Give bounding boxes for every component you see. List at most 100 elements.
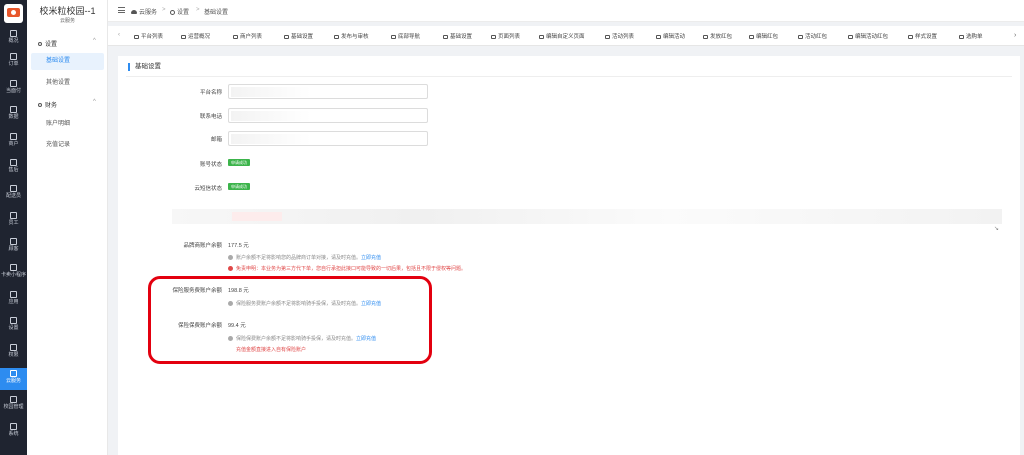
red-packet-icon (703, 34, 708, 39)
list-icon (959, 34, 964, 39)
brand-balance-value: 177.5 元 (228, 243, 249, 249)
rail-item-orders[interactable]: 订单 (0, 51, 27, 73)
tab-bottom-nav[interactable]: 底部导航 (391, 32, 420, 40)
account-status-badge: 申请成功 (228, 159, 250, 166)
sidebar-group-finance[interactable]: 财务 (38, 100, 57, 109)
sidebar-item-recharge-records[interactable]: 充值记录 (31, 137, 104, 154)
tab-selection-list[interactable]: 选购单 (959, 32, 983, 40)
grid-icon (10, 30, 17, 37)
info-icon (228, 255, 233, 261)
breadcrumb-cloud-service[interactable]: 云服务 (131, 7, 157, 16)
miniapp-icon (10, 264, 17, 271)
redacted-value (232, 212, 282, 221)
tab-page-list[interactable]: 页面列表 (491, 32, 520, 40)
redacted-value (231, 87, 311, 97)
tab-edit-activity-red-packet[interactable]: 编辑活动红包 (848, 32, 888, 40)
tabs-scroll-left-icon[interactable]: ‹ (118, 32, 120, 38)
list-icon (605, 34, 610, 39)
gear-icon (38, 42, 42, 47)
brand-balance-warning: 免责申明：本业务为第三方代下单，您自行承担此接口可能导致的一切后果，包括且不限于… (228, 265, 466, 272)
lock-icon (10, 344, 17, 351)
rail-item-permissions[interactable]: 权限 (0, 342, 27, 364)
tab-operation-overview[interactable]: 运营概况 (181, 32, 210, 40)
store-icon (233, 34, 238, 39)
tab-edit-custom-page[interactable]: 编辑自定义页面 (539, 32, 585, 40)
email-label: 邮箱 (210, 137, 222, 143)
sidebar-subtitle: 云服务 (59, 18, 75, 24)
campus-icon (10, 396, 17, 403)
tab-style-settings[interactable]: 样式设置 (908, 32, 937, 40)
breadcrumb-settings[interactable]: 设置 (170, 7, 189, 16)
secondary-sidebar: 校米粒校园--1 云服务 设置 ^ 基础设置 其他设置 财务 ^ 账户明细 充值… (27, 0, 108, 455)
tab-edit-activity[interactable]: 编辑活动 (656, 32, 685, 40)
sidebar-group-settings[interactable]: 设置 (38, 39, 57, 48)
tab-issue-red-packet[interactable]: 发放红包 (703, 32, 732, 40)
rail-item-apps[interactable]: 应用 (0, 289, 27, 311)
rail-item-miniapp[interactable]: 卡卖小程序 (0, 262, 27, 284)
account-status-label: 账号状态 (199, 162, 222, 168)
redacted-value (231, 111, 311, 121)
resize-handle-icon[interactable]: ↘ (994, 225, 999, 232)
chevron-up-icon[interactable]: ^ (93, 99, 96, 105)
rail-item-couriers[interactable]: 配送员 (0, 183, 27, 205)
rail-item-customers[interactable]: 顾客 (0, 236, 27, 258)
courier-icon (10, 185, 17, 192)
tab-basic-settings-2[interactable]: 基础设置 (443, 32, 472, 40)
menu-toggle-icon[interactable] (118, 7, 125, 13)
staff-icon (10, 212, 17, 219)
phone-input[interactable] (228, 108, 428, 123)
tabs-scroll-right-icon[interactable]: › (1014, 32, 1016, 39)
rail-item-cloud-service[interactable]: 云服务 (0, 368, 27, 390)
warning-icon (228, 266, 233, 272)
rail-item-settings[interactable]: 设置 (0, 315, 27, 337)
page-tabs: ‹ 平台列表 运营概况 商户列表 基础设置 发布与审核 底部导航 基础设置 页面… (108, 26, 1024, 46)
platform-name-input[interactable] (228, 84, 428, 99)
edit-icon (848, 34, 853, 39)
app-logo-icon[interactable] (4, 4, 23, 23)
tab-merchant-list[interactable]: 商户列表 (233, 32, 262, 40)
rail-item-face-pay[interactable]: 当面付 (0, 78, 27, 100)
edit-icon (539, 34, 544, 39)
tab-platform-list[interactable]: 平台列表 (134, 32, 163, 40)
gear-icon (284, 34, 289, 39)
sms-status-badge: 申请成功 (228, 183, 250, 190)
sidebar-item-basic-settings[interactable]: 基础设置 (31, 53, 104, 70)
tab-activity-list[interactable]: 活动列表 (605, 32, 634, 40)
tab-activity-red-packet[interactable]: 活动红包 (798, 32, 827, 40)
headset-icon (10, 159, 17, 166)
rail-item-campus[interactable]: 校园管理 (0, 394, 27, 416)
list-icon (10, 53, 17, 60)
tab-basic-settings[interactable]: 基础设置 (284, 32, 313, 40)
settings-icon (10, 317, 17, 324)
main-nav-rail: 概况 订单 当面付 数据 商户 售后 配送员 员工 顾客 卡卖小程序 应用 设置… (0, 0, 27, 455)
redacted-value (231, 134, 311, 144)
gear-icon (170, 9, 175, 15)
system-icon (10, 423, 17, 430)
gear-icon (443, 34, 448, 39)
breadcrumb-basic-settings: 基础设置 (204, 10, 229, 16)
tab-publish-review[interactable]: 发布与审核 (334, 32, 369, 40)
list-icon (134, 34, 139, 39)
red-packet-icon (749, 34, 754, 39)
platform-name-label: 平台名称 (199, 90, 222, 96)
sidebar-title: 校米粒校园--1 (39, 6, 96, 16)
sidebar-item-account-details[interactable]: 账户明细 (31, 116, 104, 133)
brand-recharge-link[interactable]: 立即充值 (361, 255, 381, 261)
apps-icon (10, 291, 17, 298)
email-input[interactable] (228, 131, 428, 146)
sidebar-item-other-settings[interactable]: 其他设置 (31, 75, 104, 92)
rail-item-merchants[interactable]: 商户 (0, 131, 27, 153)
rail-item-system[interactable]: 系统 (0, 421, 27, 443)
divider (126, 76, 1012, 77)
rail-item-after-sales[interactable]: 售后 (0, 157, 27, 179)
tab-edit-red-packet[interactable]: 编辑红包 (749, 32, 778, 40)
phone-label: 联系电话 (199, 114, 222, 120)
rail-item-staff[interactable]: 员工 (0, 210, 27, 232)
finance-icon (38, 103, 42, 108)
rail-item-data[interactable]: 数据 (0, 104, 27, 126)
cloud-icon (10, 370, 17, 377)
chevron-up-icon[interactable]: ^ (93, 38, 96, 44)
nav-icon (391, 34, 396, 39)
rail-item-overview[interactable]: 概况 (0, 28, 27, 50)
brand-balance-label: 品牌商账户余额 (183, 243, 222, 249)
